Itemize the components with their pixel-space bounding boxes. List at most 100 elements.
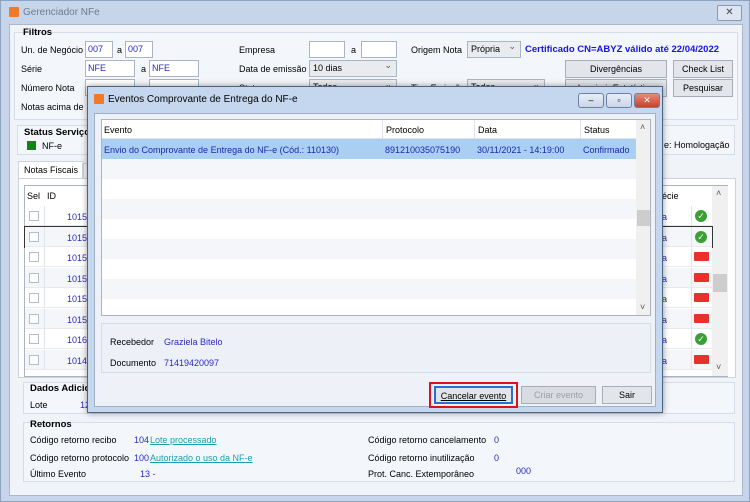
empty-row — [102, 199, 636, 219]
empty-row — [102, 279, 636, 299]
serie-from[interactable]: NFE — [85, 60, 135, 77]
nota-id: 1015 — [67, 232, 88, 243]
dados-title: Dados Adicio — [30, 383, 91, 394]
detalhes-panel: Recebedor Graziela Bitelo Documento 7141… — [101, 323, 651, 373]
scroll-up-icon[interactable]: ˄ — [716, 188, 721, 198]
check-icon: ✓ — [695, 210, 707, 222]
scroll-up-icon[interactable]: ˄ — [640, 122, 645, 132]
window-title: Gerenciador NFe — [9, 5, 100, 21]
col-sel: Sel — [27, 191, 41, 201]
inutilizacao-label: Código retorno inutilização — [368, 453, 475, 463]
empty-row — [102, 179, 636, 199]
recibo-code: 104 — [134, 435, 150, 445]
dialog-close-button[interactable]: ✕ — [634, 93, 660, 108]
recibo-link[interactable]: Lote processado — [150, 435, 217, 445]
select-checkbox[interactable] — [29, 334, 39, 344]
empresa-label: Empresa — [239, 45, 276, 55]
scroll-thumb[interactable] — [713, 274, 727, 292]
data-emissao-select[interactable]: 10 dias — [309, 58, 397, 77]
app-icon — [9, 7, 19, 18]
eventos-scrollbar[interactable]: ˄ ˅ — [636, 120, 650, 315]
cancelar-evento-button[interactable]: Cancelar evento — [434, 386, 513, 404]
select-checkbox[interactable] — [29, 211, 39, 221]
empty-row — [102, 239, 636, 259]
documento-value: 71419420097 — [164, 358, 220, 368]
status-servico-title: Status Serviço — [24, 127, 90, 138]
check-icon: ✓ — [695, 333, 707, 345]
un-negocio-label: Un. de Negócio — [21, 45, 84, 55]
select-checkbox[interactable] — [29, 231, 39, 242]
notas-acima-label: Notas acima de — [21, 102, 84, 112]
select-checkbox[interactable] — [29, 313, 39, 324]
nota-id: 1015 — [67, 294, 88, 304]
retornos-group: Retornos Código retorno recibo 104 Lote … — [23, 419, 735, 482]
origem-nota-label: Origem Nota — [411, 45, 463, 55]
nota-id: 1016 — [67, 335, 88, 345]
check-icon: ✓ — [695, 230, 707, 243]
select-checkbox[interactable] — [29, 272, 39, 283]
un-negocio-from[interactable]: 007 — [85, 41, 113, 58]
ambiente-text: e: Homologação — [664, 140, 730, 150]
retornos-title: Retornos — [30, 419, 72, 430]
nota-id: 1015 — [67, 212, 88, 222]
col-protocolo: Protocolo — [382, 120, 427, 139]
notas-scrollbar[interactable]: ˄ ˅ — [712, 186, 728, 376]
empresa-to[interactable] — [361, 41, 397, 58]
col-data: Data — [474, 120, 500, 139]
close-button[interactable]: ✕ — [717, 5, 742, 21]
tab-notas-fiscais[interactable]: Notas Fiscais — [18, 161, 85, 179]
app-icon — [94, 94, 104, 105]
cancelamento-label: Código retorno cancelamento — [368, 435, 487, 445]
lote-label: Lote — [30, 400, 48, 410]
criar-evento-button[interactable]: Criar evento — [521, 386, 596, 404]
ultimo-evento-value: 13 - — [140, 469, 156, 479]
minimize-button[interactable]: – — [578, 93, 604, 108]
truck-icon — [694, 252, 709, 261]
prot-canc-label: Prot. Canc. Extemporâneo — [368, 469, 475, 479]
truck-icon — [694, 313, 709, 323]
origem-nota-select[interactable]: Própria — [467, 39, 521, 58]
empty-row — [102, 159, 636, 179]
prot-canc-value: 000 — [516, 466, 532, 476]
un-negocio-to[interactable]: 007 — [125, 41, 153, 58]
documento-label: Documento — [110, 358, 157, 368]
status-indicator — [27, 141, 36, 150]
sair-button[interactable]: Sair — [602, 386, 652, 404]
empty-row — [102, 259, 636, 279]
inutilizacao-value: 0 — [494, 453, 500, 463]
maximize-button[interactable]: ▫ — [606, 93, 632, 108]
recebedor-label: Recebedor — [110, 337, 155, 347]
filtros-title: Filtros — [23, 27, 53, 38]
truck-icon — [694, 293, 709, 302]
dialog-title: Eventos Comprovante de Entrega do NF-e — [94, 94, 298, 105]
truck-icon — [694, 272, 709, 282]
select-checkbox[interactable] — [29, 354, 39, 365]
evento-row[interactable]: Envio do Comprovante de Entrega do NF-e … — [102, 139, 636, 159]
col-id: ID — [47, 191, 56, 201]
empty-row — [102, 299, 636, 315]
col-status: Status — [580, 120, 613, 139]
a-label: a — [117, 45, 123, 55]
nota-id: 1015 — [67, 273, 88, 284]
pesquisar-button[interactable]: Pesquisar — [673, 79, 733, 97]
select-checkbox[interactable] — [29, 252, 39, 262]
select-checkbox[interactable] — [29, 293, 39, 303]
a-label: a — [351, 45, 357, 55]
scroll-down-icon[interactable]: ˅ — [716, 362, 721, 372]
eventos-header: Evento Protocolo Data Status — [102, 120, 636, 139]
serie-to[interactable]: NFE — [149, 60, 199, 77]
divergencias-button[interactable]: Divergências — [565, 60, 667, 78]
check-list-button[interactable]: Check List — [673, 60, 733, 78]
certificado-text: Certificado CN=ABYZ válido até 22/04/202… — [525, 44, 720, 55]
eventos-table: Evento Protocolo Data Status Envio do Co… — [101, 119, 651, 316]
recibo-label: Código retorno recibo — [30, 435, 117, 445]
cancelamento-value: 0 — [494, 435, 500, 445]
scroll-down-icon[interactable]: ˅ — [640, 302, 645, 312]
serie-label: Série — [21, 64, 43, 74]
protocolo-link[interactable]: Autorizado o uso da NF-e — [150, 453, 253, 463]
nota-id: 1014 — [67, 355, 88, 366]
scroll-thumb[interactable] — [637, 210, 650, 226]
truck-icon — [694, 354, 709, 364]
nota-id: 1015 — [67, 253, 88, 263]
empresa-from[interactable] — [309, 41, 345, 58]
